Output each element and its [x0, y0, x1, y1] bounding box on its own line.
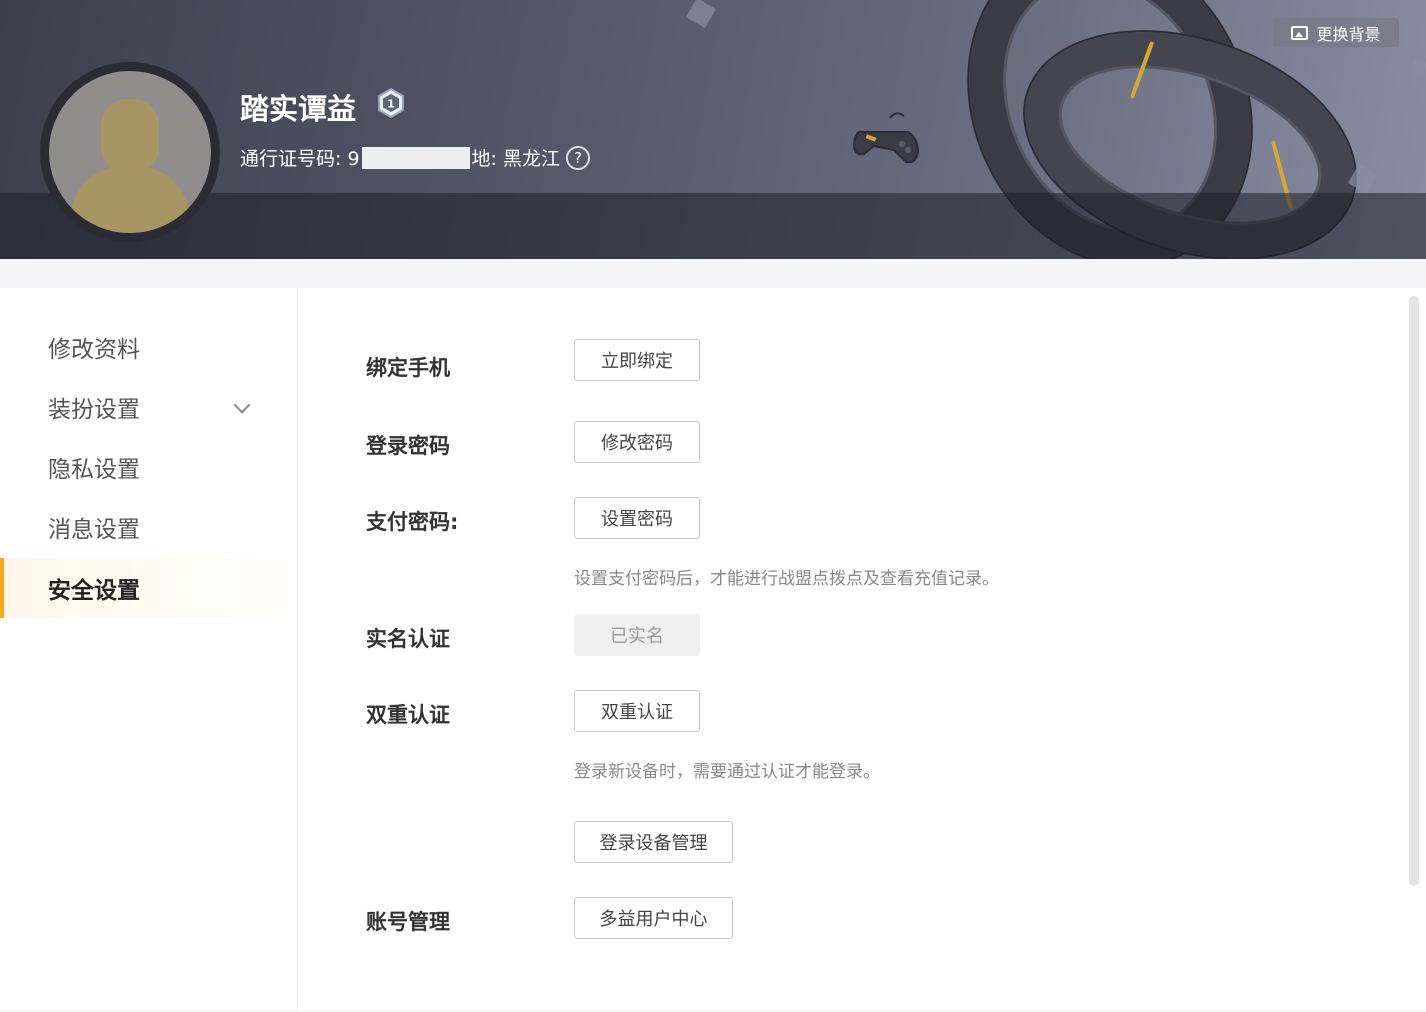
avatar-image — [49, 71, 211, 233]
sidebar-item-label: 隐私设置 — [48, 457, 140, 483]
realname-label: 实名认证 — [366, 627, 450, 651]
level-number: 1 — [387, 98, 395, 111]
set-pay-password-button[interactable]: 设置密码 — [574, 497, 700, 539]
sidebar-item-security[interactable]: 安全设置 — [0, 558, 297, 618]
image-icon — [1291, 25, 1309, 40]
passport-info: 通行证号码: 9 地: 黑龙江 ? — [240, 144, 590, 171]
device-management-button[interactable]: 登录设备管理 — [574, 821, 733, 863]
scrollbar[interactable] — [1409, 296, 1419, 886]
login-password-label: 登录密码 — [366, 434, 450, 458]
two-factor-hint: 登录新设备时，需要通过认证才能登录。 — [574, 762, 880, 782]
security-settings: 绑定手机 立即绑定 登录密码 修改密码 支付密码: 设置密码 设置支付密码后，才… — [298, 288, 1408, 1010]
two-factor-label: 双重认证 — [366, 703, 450, 727]
username: 踏实谭益 — [240, 92, 357, 126]
sidebar-item-appearance[interactable]: 装扮设置 — [0, 377, 297, 437]
decorative-cube — [685, 0, 717, 29]
help-icon[interactable]: ? — [565, 145, 590, 170]
two-factor-button[interactable]: 双重认证 — [574, 690, 700, 732]
sidebar-item-edit-profile[interactable]: 修改资料 — [0, 317, 297, 377]
bind-phone-button[interactable]: 立即绑定 — [574, 339, 700, 381]
avatar[interactable] — [40, 62, 220, 242]
phone-label: 绑定手机 — [366, 356, 450, 380]
pay-password-hint: 设置支付密码后，才能进行战盟点拨点及查看充值记录。 — [574, 569, 999, 589]
level-badge-icon[interactable]: 1 — [376, 88, 406, 118]
location-label: 地: 黑龙江 — [471, 148, 560, 170]
sidebar-item-privacy[interactable]: 隐私设置 — [0, 437, 297, 497]
banner-overlay — [0, 193, 1426, 259]
sidebar-item-label: 消息设置 — [48, 517, 140, 543]
settings-sidebar: 修改资料 装扮设置 隐私设置 消息设置 安全设置 — [0, 288, 298, 1010]
chevron-down-icon — [233, 396, 251, 414]
settings-panel: 修改资料 装扮设置 隐私设置 消息设置 安全设置 绑定手机 立即绑定 登录密码 … — [0, 288, 1426, 1010]
gamepad-icon — [852, 112, 920, 164]
change-background-button[interactable]: 更换背景 — [1273, 18, 1399, 47]
change-password-button[interactable]: 修改密码 — [574, 421, 700, 463]
avatar-body — [71, 167, 189, 233]
passport-label: 通行证号码: 9 — [240, 148, 360, 170]
profile-banner: 更换背景 踏实谭益 1 通行证号码: 9 地: 黑龙江 ? — [0, 0, 1426, 259]
realname-verified-button: 已实名 — [574, 614, 700, 656]
pay-password-label: 支付密码: — [366, 510, 459, 534]
sidebar-item-label: 安全设置 — [48, 578, 140, 604]
avatar-head — [101, 99, 159, 171]
change-background-label: 更换背景 — [1316, 24, 1381, 44]
user-center-button[interactable]: 多益用户中心 — [574, 897, 733, 939]
sidebar-item-label: 修改资料 — [48, 337, 140, 363]
sidebar-item-messages[interactable]: 消息设置 — [0, 497, 297, 557]
sidebar-item-label: 装扮设置 — [48, 397, 140, 423]
passport-mask — [361, 146, 470, 169]
account-label: 账号管理 — [366, 910, 450, 934]
decorative-cube — [1409, 57, 1426, 77]
